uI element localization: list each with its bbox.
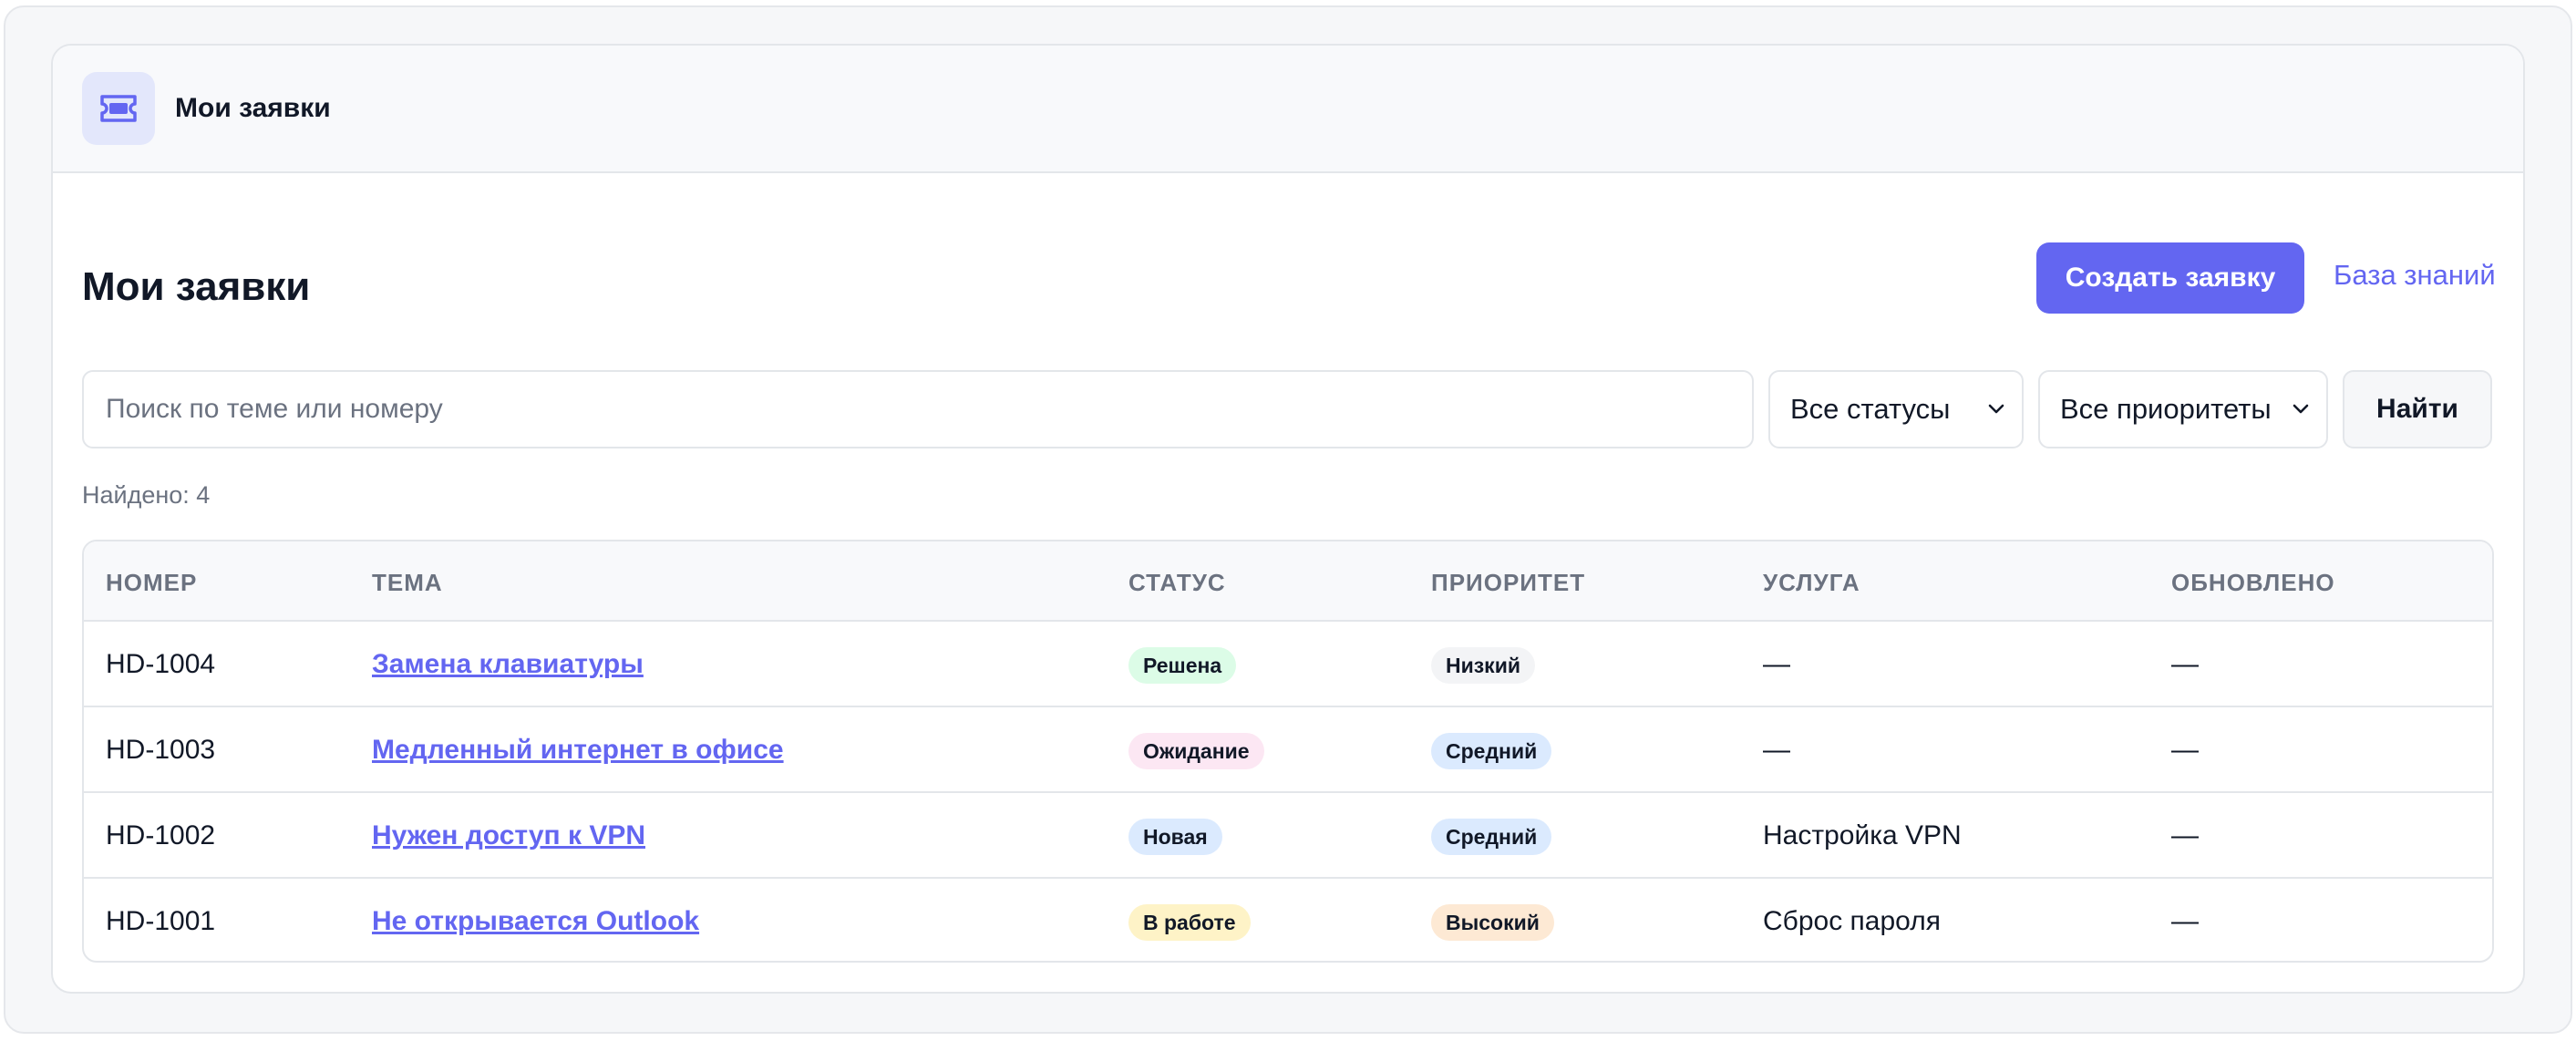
tickets-table: НОМЕР ТЕМА СТАТУС ПРИОРИТЕТ УСЛУГА ОБНОВ… [82, 540, 2494, 963]
ticket-updated: — [2171, 735, 2199, 765]
tickets-card: Мои заявки Мои заявки Создать заявку Баз… [51, 44, 2525, 994]
ticket-topic-link[interactable]: Не открывается Outlook [372, 906, 699, 937]
ticket-topic-link[interactable]: Медленный интернет в офисе [372, 735, 784, 766]
search-input[interactable] [82, 370, 1754, 448]
column-header-status: СТАТУС [1128, 569, 1226, 596]
ticket-number: HD-1003 [106, 735, 216, 765]
column-header-priority: ПРИОРИТЕТ [1431, 569, 1586, 596]
chevron-down-icon [2293, 404, 2309, 414]
ticket-service: — [1763, 735, 1790, 765]
table-row: HD-1003 Медленный интернет в офисе Ожида… [84, 707, 2492, 793]
status-badge: В работе [1128, 904, 1251, 941]
column-header-number: НОМЕР [106, 569, 198, 596]
priority-select-value: Все приоритеты [2060, 393, 2272, 425]
ticket-topic-link[interactable]: Замена клавиатуры [372, 649, 644, 680]
header-title: Мои заявки [175, 93, 331, 123]
ticket-service: Сброс пароля [1763, 906, 1941, 936]
status-badge: Ожидание [1128, 733, 1264, 769]
find-button[interactable]: Найти [2343, 370, 2492, 448]
priority-badge: Низкий [1431, 647, 1535, 684]
table-row: HD-1004 Замена клавиатуры Решена Низкий … [84, 622, 2492, 707]
status-select[interactable]: Все статусы [1768, 370, 2024, 448]
status-select-value: Все статусы [1790, 393, 1951, 425]
card-header: Мои заявки [53, 46, 2523, 173]
knowledge-base-link[interactable]: База знаний [2334, 259, 2496, 292]
ticket-service: Настройка VPN [1763, 820, 1962, 850]
table-row: HD-1001 Не открывается Outlook В работе … [84, 879, 2492, 961]
ticket-topic-link[interactable]: Нужен доступ к VPN [372, 820, 645, 851]
column-header-topic: ТЕМА [372, 569, 443, 596]
ticket-updated: — [2171, 906, 2199, 936]
status-badge: Новая [1128, 819, 1222, 855]
table-header: НОМЕР ТЕМА СТАТУС ПРИОРИТЕТ УСЛУГА ОБНОВ… [84, 541, 2492, 622]
column-header-service: УСЛУГА [1763, 569, 1860, 596]
priority-badge: Высокий [1431, 904, 1554, 941]
ticket-number: HD-1002 [106, 820, 216, 850]
page-background: Мои заявки Мои заявки Создать заявку Баз… [4, 5, 2572, 1034]
priority-badge: Средний [1431, 733, 1552, 769]
chevron-down-icon [1988, 404, 2004, 414]
priority-badge: Средний [1431, 819, 1552, 855]
page-title: Мои заявки [82, 264, 311, 309]
create-ticket-button[interactable]: Создать заявку [2036, 242, 2304, 314]
column-header-updated: ОБНОВЛЕНО [2171, 569, 2335, 596]
table-row: HD-1002 Нужен доступ к VPN Новая Средний… [84, 793, 2492, 879]
ticket-updated: — [2171, 649, 2199, 679]
status-badge: Решена [1128, 647, 1237, 684]
results-count: Найдено: 4 [82, 481, 211, 509]
ticket-number: HD-1004 [106, 649, 216, 679]
priority-select[interactable]: Все приоритеты [2038, 370, 2328, 448]
ticket-updated: — [2171, 820, 2199, 850]
ticket-service: — [1763, 649, 1790, 679]
ticket-number: HD-1001 [106, 906, 216, 936]
ticket-icon [82, 72, 155, 145]
